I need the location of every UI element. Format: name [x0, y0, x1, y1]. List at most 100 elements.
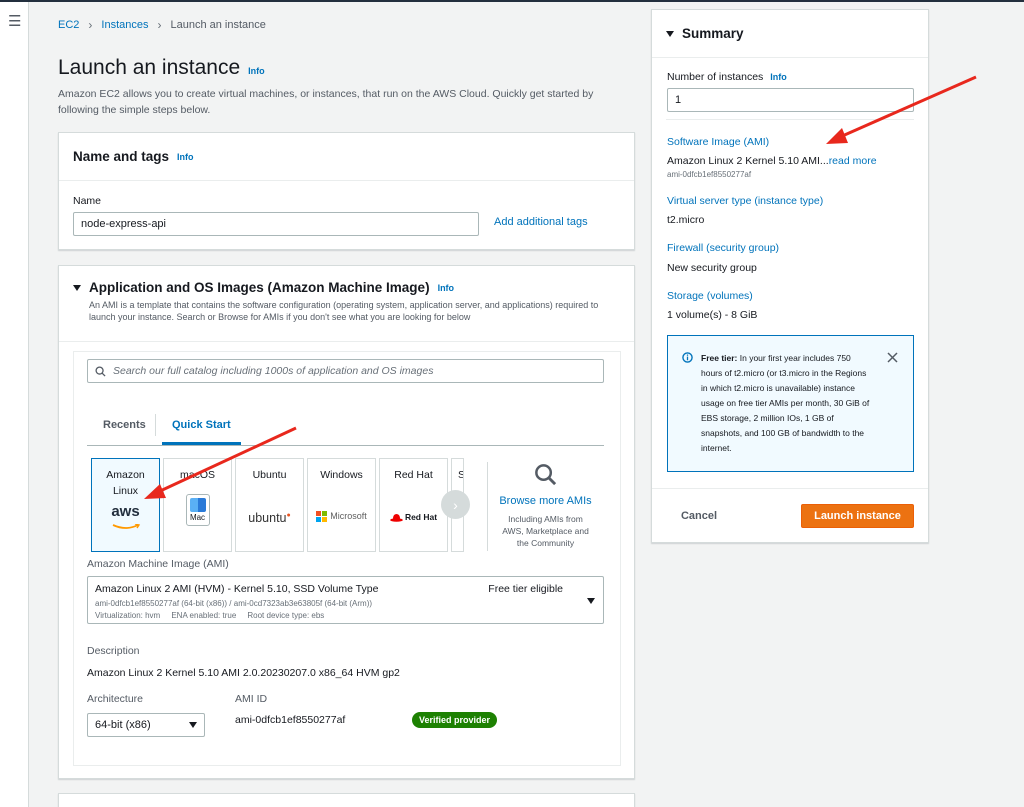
ami-tile-red-hat[interactable]: Red Hat Red Hat	[379, 458, 448, 552]
description-value: Amazon Linux 2 Kernel 5.10 AMI 2.0.20230…	[87, 667, 400, 679]
software-image-value: Amazon Linux 2 Kernel 5.10 AMI...read mo…	[667, 155, 877, 167]
software-image-id: ami-0dfcb1ef8550277af	[667, 170, 752, 179]
ami-section-description: An AMI is a template that contains the s…	[89, 300, 599, 322]
number-of-instances-label: Number of instances Info	[667, 71, 787, 83]
description-label: Description	[87, 645, 140, 657]
mac-logo-text: Mac	[189, 513, 206, 522]
ami-tile-label: Red Hat	[394, 469, 433, 481]
microsoft-windows-icon	[316, 510, 328, 522]
microsoft-logo-text: Microsoft	[330, 511, 367, 521]
number-of-instances-text: Number of instances	[667, 71, 764, 83]
ami-info-link[interactable]: Info	[438, 283, 455, 293]
side-navigation-rail: ☰	[0, 2, 29, 807]
ami-select[interactable]: Amazon Linux 2 AMI (HVM) - Kernel 5.10, …	[87, 576, 604, 624]
name-label: Name	[73, 195, 102, 207]
free-tier-body: In your first year includes 750 hours of…	[701, 353, 870, 453]
ami-tile-label: Amazon Linux	[106, 469, 145, 497]
tab-quick-start[interactable]: Quick Start	[172, 419, 231, 431]
tabs-divider	[87, 445, 604, 446]
page-description: Amazon EC2 allows you to create virtual …	[58, 88, 594, 116]
menu-icon[interactable]: ☰	[8, 14, 21, 29]
chevron-right-icon: ›	[453, 496, 458, 513]
firewall-link[interactable]: Firewall (security group)	[667, 242, 779, 254]
browse-more-description: Including AMIs from AWS, Marketplace and…	[502, 514, 589, 548]
dropdown-caret-icon	[189, 722, 197, 728]
ubuntu-circle-icon: ●	[286, 512, 291, 519]
top-border	[0, 0, 1024, 2]
chevron-right-icon: ›	[88, 18, 93, 32]
launch-instance-button[interactable]: Launch instance	[801, 504, 914, 528]
ubuntu-logo: ubuntu●	[236, 508, 303, 526]
ami-tile-label: Windows	[320, 469, 363, 481]
ami-select-name: Amazon Linux 2 AMI (HVM) - Kernel 5.10, …	[95, 583, 379, 595]
number-of-instances-input[interactable]: 1	[667, 88, 914, 112]
search-icon	[535, 464, 557, 486]
microsoft-logo: Microsoft	[308, 508, 375, 524]
ami-select-ids: ami-0dfcb1ef8550277af (64-bit (x86)) / a…	[95, 599, 373, 608]
chevron-right-icon: ›	[157, 18, 162, 32]
collapse-caret-icon[interactable]	[73, 284, 81, 291]
dropdown-caret-icon	[587, 598, 595, 604]
close-icon[interactable]	[887, 352, 898, 363]
summary-header: Summary	[652, 10, 928, 58]
ami-search-placeholder: Search our full catalog including 1000s …	[113, 365, 434, 377]
red-hat-logo: Red Hat	[380, 509, 447, 525]
red-hat-logo-text: Red Hat	[404, 512, 438, 522]
instance-type-link[interactable]: Virtual server type (instance type)	[667, 195, 823, 207]
browse-more-amis-link[interactable]: Browse more AMIs	[498, 495, 593, 507]
read-more-link[interactable]: read more	[829, 155, 877, 167]
architecture-select[interactable]: 64-bit (x86)	[87, 713, 205, 737]
ami-select-meta: Virtualization: hvm ENA enabled: true Ro…	[95, 611, 325, 620]
finder-icon	[189, 498, 206, 512]
cancel-button[interactable]: Cancel	[668, 504, 730, 528]
storage-link[interactable]: Storage (volumes)	[667, 290, 753, 302]
search-icon	[95, 365, 106, 377]
carousel-next-button[interactable]: ›	[441, 490, 470, 519]
tab-separator	[155, 414, 156, 436]
mac-logo: Mac	[185, 494, 210, 526]
ami-section-title: Application and OS Images (Amazon Machin…	[89, 280, 430, 295]
summary-title: Summary	[682, 26, 744, 41]
info-circle-icon	[682, 352, 693, 363]
number-of-instances-info-link[interactable]: Info	[770, 72, 787, 82]
ami-tile-label: S	[458, 467, 463, 483]
architecture-label: Architecture	[87, 693, 144, 705]
name-and-tags-info-link[interactable]: Info	[177, 152, 194, 162]
ubuntu-logo-text: ubuntu	[248, 511, 287, 526]
aws-smile-icon	[112, 523, 140, 529]
page-info-link[interactable]: Info	[248, 66, 265, 76]
red-hat-icon	[390, 513, 403, 522]
breadcrumb: EC2 › Instances › Launch an instance	[58, 18, 266, 32]
breadcrumb-instances[interactable]: Instances	[101, 19, 148, 31]
name-input[interactable]: node-express-api	[73, 212, 479, 236]
free-tier-text: Free tier: In your first year includes 7…	[701, 351, 873, 456]
instance-type-value: t2.micro	[667, 214, 705, 226]
add-additional-tags-link[interactable]: Add additional tags	[494, 216, 588, 228]
software-image-name: Amazon Linux 2 Kernel 5.10 AMI...	[667, 155, 829, 167]
tab-recents[interactable]: Recents	[103, 419, 146, 431]
ami-tile-ubuntu[interactable]: Ubuntu ubuntu●	[235, 458, 304, 552]
browse-more-amis[interactable]: Browse more AMIs Including AMIs from AWS…	[498, 462, 593, 549]
ami-id-value: ami-0dfcb1ef8550277af	[235, 714, 346, 726]
ami-panel-header: Application and OS Images (Amazon Machin…	[59, 266, 634, 342]
collapse-caret-icon[interactable]	[666, 30, 674, 37]
breadcrumb-current: Launch an instance	[170, 19, 266, 31]
firewall-value: New security group	[667, 262, 757, 274]
free-tier-eligible-label: Free tier eligible	[488, 583, 563, 595]
ami-id-label: AMI ID	[235, 693, 268, 705]
storage-value: 1 volume(s) - 8 GiB	[667, 309, 758, 321]
browse-divider	[487, 462, 488, 551]
architecture-select-value: 64-bit (x86)	[95, 719, 151, 731]
software-image-link[interactable]: Software Image (AMI)	[667, 136, 769, 148]
page-title: Launch an instance Info	[58, 56, 265, 80]
tab-active-indicator	[162, 442, 241, 445]
ami-search-input[interactable]: Search our full catalog including 1000s …	[87, 359, 604, 383]
name-and-tags-header: Name and tags Info	[59, 133, 634, 181]
ami-tile-macos[interactable]: macOS Mac	[163, 458, 232, 552]
page-title-text: Launch an instance	[58, 56, 241, 79]
ami-select-label: Amazon Machine Image (AMI)	[87, 558, 229, 570]
breadcrumb-ec2[interactable]: EC2	[58, 19, 79, 31]
ami-tile-amazon-linux[interactable]: Amazon Linux aws	[91, 458, 160, 552]
ami-tile-windows[interactable]: Windows Microsoft	[307, 458, 376, 552]
ami-tile-label: macOS	[179, 469, 215, 481]
